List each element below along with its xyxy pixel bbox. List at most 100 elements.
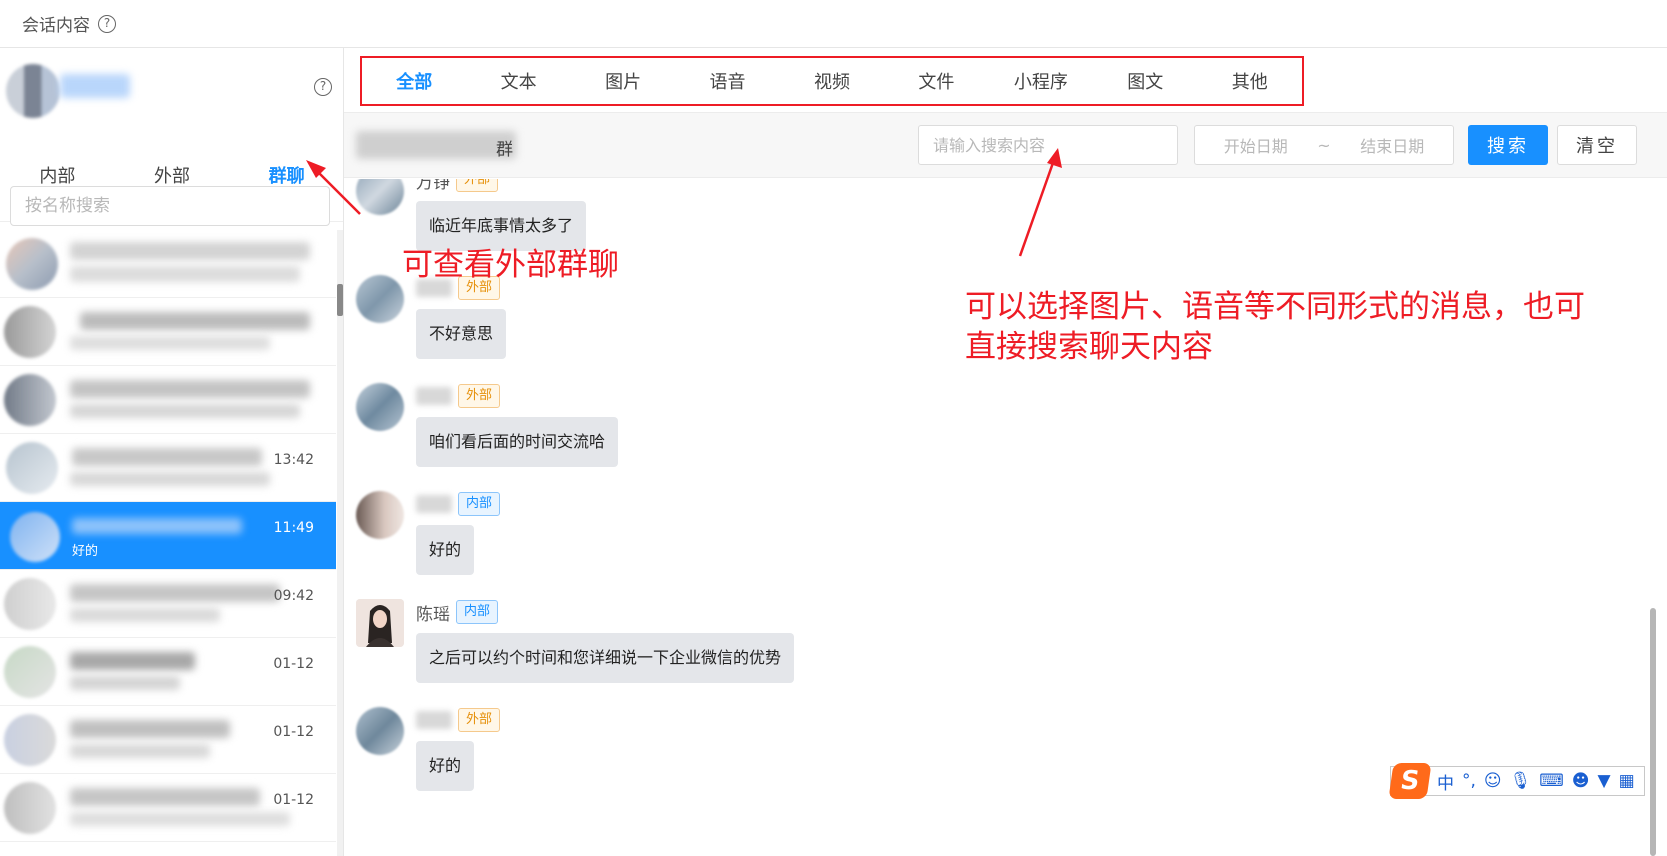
conversation-list: 13:42 好的 11:49 09:42 01-12 01-12 01-12 (0, 230, 340, 856)
sidebar: ? 内部 外部 群聊 按名称搜索 13:42 好的 11:49 09:42 01… (0, 48, 344, 856)
ime-toolbar: S 中 °, ☺ 🎙 ⌨ ☻ ▼ ▦ (1388, 763, 1645, 799)
page: 会话内容 ? ? 内部 外部 群聊 按名称搜索 13:42 好的 11:49 0… (0, 0, 1667, 856)
message-search-input[interactable] (918, 125, 1178, 165)
profile-name-blurred (60, 74, 130, 98)
date-separator: ~ (1317, 135, 1331, 155)
emoji-icon[interactable]: ☺ (1484, 771, 1502, 791)
sidebar-scroll-thumb[interactable] (337, 284, 343, 316)
avatar (4, 782, 56, 834)
conversation-preview-blurred (70, 676, 180, 690)
sender-row: 万铮 外部 (416, 179, 499, 193)
portrait-icon (356, 599, 404, 647)
ime-mode[interactable]: 中 (1437, 769, 1454, 794)
external-tag: 外部 (458, 708, 501, 732)
conversation-item[interactable]: 13:42 (0, 434, 336, 502)
date-range-picker[interactable]: 开始日期 ~ 结束日期 (1194, 125, 1454, 165)
type-tab-text[interactable]: 文本 (466, 68, 570, 94)
annotation-filter-line1: 可以选择图片、语音等不同形式的消息，也可 (965, 289, 1585, 325)
type-tab-file[interactable]: 文件 (884, 68, 988, 94)
avatar (356, 599, 404, 647)
keyboard-icon[interactable]: ⌨ (1539, 771, 1564, 791)
conversation-time: 13:42 (273, 452, 314, 468)
conversation-time: 11:49 (273, 520, 314, 536)
avatar (356, 491, 404, 539)
user-icon[interactable]: ☻ (1572, 771, 1590, 791)
help-icon[interactable]: ? (98, 14, 116, 33)
conversation-preview-blurred (70, 744, 210, 758)
avatar (6, 238, 58, 290)
avatar (4, 374, 56, 426)
conversation-preview-blurred (70, 608, 220, 622)
message-scrollbar[interactable] (1650, 608, 1656, 856)
sender-name-blurred (416, 387, 452, 405)
conversation-time: 01-12 (273, 724, 314, 740)
sender-row: 内部 (416, 491, 501, 517)
microphone-icon[interactable]: 🎙 (1510, 771, 1532, 791)
conversation-name-blurred (70, 652, 195, 670)
sender-name: 万铮 (416, 179, 450, 193)
avatar (6, 442, 58, 494)
type-tab-article[interactable]: 图文 (1093, 68, 1197, 94)
conversation-item-selected[interactable]: 好的 11:49 (0, 502, 336, 570)
type-tab-voice[interactable]: 语音 (675, 68, 779, 94)
conversation-time: 01-12 (273, 656, 314, 672)
conversation-item[interactable] (0, 230, 336, 298)
name-search-input[interactable] (10, 186, 330, 226)
search-button[interactable]: 搜索 (1468, 125, 1548, 165)
type-tab-other[interactable]: 其他 (1198, 68, 1302, 94)
skin-icon[interactable]: ▼ (1598, 771, 1611, 791)
end-date-placeholder: 结束日期 (1360, 137, 1425, 156)
type-tab-video[interactable]: 视频 (780, 68, 884, 94)
message-bubble: 之后可以约个时间和您详细说一下企业微信的优势 (416, 633, 795, 683)
conversation-item[interactable]: 01-12 (0, 706, 336, 774)
top-header: 会话内容 ? (0, 0, 1667, 48)
grid-menu-icon[interactable]: ▦ (1619, 771, 1635, 791)
message-bubble: 好的 (416, 525, 475, 575)
conversation-name-blurred (70, 380, 310, 398)
profile-avatar[interactable] (6, 64, 60, 118)
ime-logo-icon[interactable]: S (1388, 763, 1432, 799)
type-tab-mini-program[interactable]: 小程序 (989, 68, 1093, 94)
group-name-blurred (356, 131, 516, 159)
message-bubble: 好的 (416, 741, 475, 791)
group-name-suffix: 群 (496, 140, 513, 160)
conversation-item[interactable]: 01-12 (0, 774, 336, 842)
internal-tag: 内部 (458, 492, 501, 516)
clear-button[interactable]: 清空 (1557, 125, 1637, 165)
conversation-name-blurred (80, 312, 310, 330)
sender-name-blurred (416, 495, 452, 513)
filter-bar: 群 开始日期 ~ 结束日期 搜索 清空 (344, 112, 1667, 178)
conversation-preview: 好的 (72, 544, 99, 559)
tab-internal[interactable]: 内部 (0, 162, 115, 188)
ime-punctuation[interactable]: °, (1462, 771, 1476, 791)
avatar (356, 383, 404, 431)
conversation-name-blurred (70, 788, 260, 806)
sender-name: 陈瑶 (416, 604, 450, 625)
conversation-item[interactable]: 01-12 (0, 638, 336, 706)
avatar (356, 707, 404, 755)
annotation-filter-line2: 直接搜索聊天内容 (965, 329, 1213, 365)
sidebar-help-icon[interactable]: ? (314, 78, 332, 96)
message-bubble: 临近年底事情太多了 (416, 201, 587, 251)
conversation-item[interactable] (0, 366, 336, 434)
conversation-name-blurred (72, 448, 262, 466)
conversation-item[interactable]: 09:42 (0, 570, 336, 638)
main-panel: 全部 文本 图片 语音 视频 文件 小程序 图文 其他 群 开始日期 ~ 结束日… (344, 48, 1667, 856)
conversation-preview-blurred (70, 266, 300, 282)
conversation-name-blurred (70, 242, 310, 260)
message-type-tabs: 全部 文本 图片 语音 视频 文件 小程序 图文 其他 (360, 56, 1304, 106)
tab-group-chat[interactable]: 群聊 (229, 162, 343, 188)
avatar (10, 512, 60, 562)
type-tab-all[interactable]: 全部 (362, 68, 466, 94)
internal-tag: 内部 (456, 600, 499, 624)
conversation-name-blurred (70, 584, 280, 602)
avatar (4, 306, 56, 358)
conversation-preview-blurred (70, 472, 270, 486)
conversation-item[interactable] (0, 298, 336, 366)
avatar (4, 646, 56, 698)
sidebar-scrollbar[interactable] (337, 230, 343, 856)
avatar (4, 714, 56, 766)
sender-name-blurred (416, 711, 452, 729)
type-tab-image[interactable]: 图片 (571, 68, 675, 94)
tab-external[interactable]: 外部 (115, 162, 230, 188)
